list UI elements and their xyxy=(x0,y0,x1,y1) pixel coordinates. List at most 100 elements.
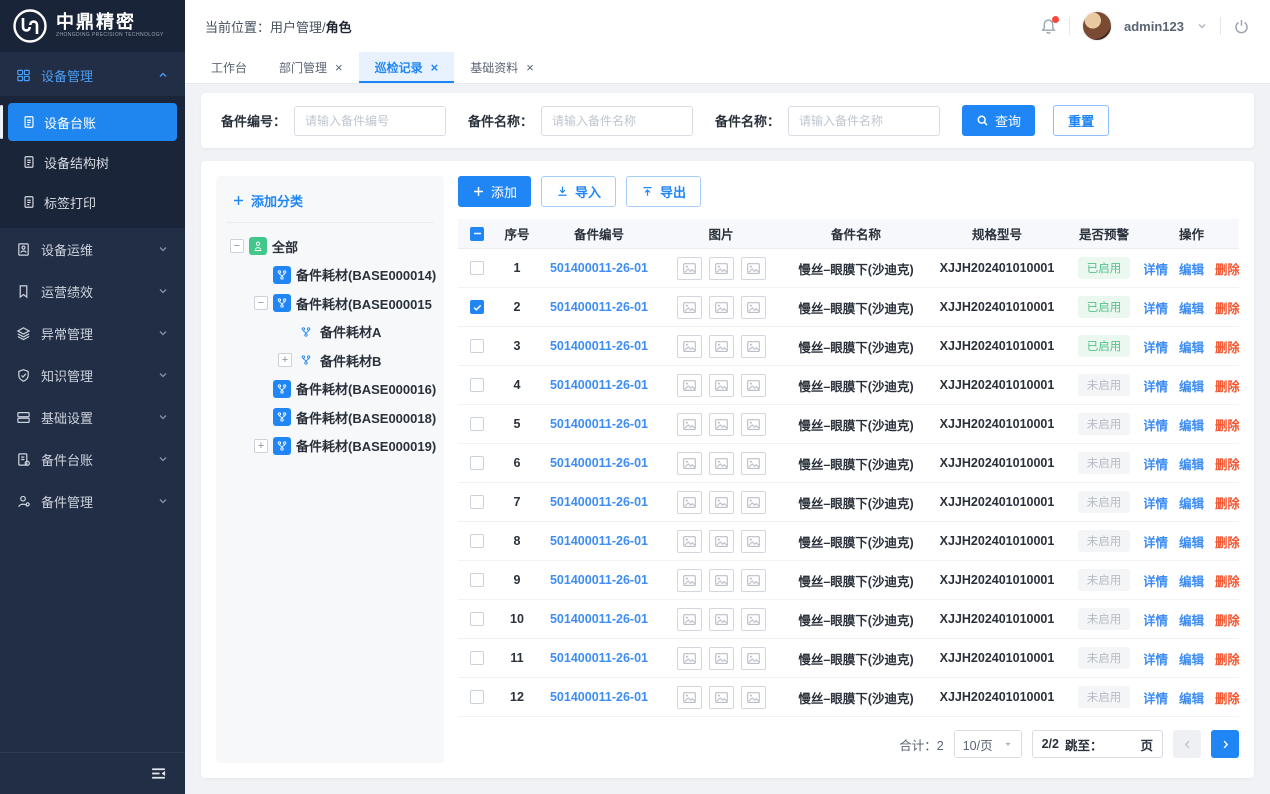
tree-node[interactable]: +备件耗材(BASE000019) xyxy=(226,432,434,461)
part-code-link[interactable]: 501400011-26-01 xyxy=(550,417,648,431)
image-thumbnail[interactable] xyxy=(709,452,734,475)
image-thumbnail[interactable] xyxy=(677,413,702,436)
tab-close-icon[interactable]: × xyxy=(335,61,343,74)
select-all-checkbox[interactable] xyxy=(470,227,484,241)
detail-link[interactable]: 详情 xyxy=(1144,415,1168,434)
edit-link[interactable]: 编辑 xyxy=(1179,571,1204,590)
tab-部门管理[interactable]: 部门管理× xyxy=(263,52,359,83)
sidebar-item[interactable]: 异常管理 xyxy=(0,312,185,354)
edit-link[interactable]: 编辑 xyxy=(1179,376,1204,395)
image-thumbnail[interactable] xyxy=(709,686,734,709)
sidebar-item[interactable]: 基础设置 xyxy=(0,396,185,438)
search-input-2[interactable] xyxy=(788,106,940,136)
row-checkbox[interactable] xyxy=(470,261,484,275)
delete-link[interactable]: 删除 xyxy=(1215,415,1239,434)
tree-node[interactable]: 备件耗材(BASE000018) xyxy=(226,403,434,432)
menu-fold-icon[interactable] xyxy=(150,765,167,782)
part-code-link[interactable]: 501400011-26-01 xyxy=(550,534,648,548)
part-code-link[interactable]: 501400011-26-01 xyxy=(550,300,648,314)
delete-link[interactable]: 删除 xyxy=(1215,454,1239,473)
image-thumbnail[interactable] xyxy=(709,335,734,358)
edit-link[interactable]: 编辑 xyxy=(1179,337,1204,356)
detail-link[interactable]: 详情 xyxy=(1144,688,1168,707)
tree-node[interactable]: 备件耗材A xyxy=(226,318,434,347)
image-thumbnail[interactable] xyxy=(677,257,702,280)
sidebar-subitem[interactable]: 设备台账 xyxy=(8,103,177,141)
row-checkbox[interactable] xyxy=(470,690,484,704)
row-checkbox[interactable] xyxy=(470,495,484,509)
sidebar-item[interactable]: 备件台账 xyxy=(0,438,185,480)
image-thumbnail[interactable] xyxy=(677,452,702,475)
part-code-link[interactable]: 501400011-26-01 xyxy=(550,261,648,275)
image-thumbnail[interactable] xyxy=(709,296,734,319)
delete-link[interactable]: 删除 xyxy=(1215,493,1239,512)
image-thumbnail[interactable] xyxy=(741,608,766,631)
delete-link[interactable]: 删除 xyxy=(1215,532,1239,551)
search-input-0[interactable] xyxy=(294,106,446,136)
row-checkbox[interactable] xyxy=(470,573,484,587)
row-checkbox[interactable] xyxy=(470,651,484,665)
tab-close-icon[interactable]: × xyxy=(526,61,534,74)
tab-close-icon[interactable]: × xyxy=(431,61,439,74)
delete-link[interactable]: 删除 xyxy=(1215,571,1239,590)
sidebar-subitem[interactable]: 设备结构树 xyxy=(8,143,177,181)
row-checkbox[interactable] xyxy=(470,378,484,392)
notification-bell-icon[interactable] xyxy=(1040,18,1057,35)
image-thumbnail[interactable] xyxy=(709,374,734,397)
user-chevron-down-icon[interactable] xyxy=(1196,20,1208,32)
expand-toggle-icon[interactable]: + xyxy=(278,353,292,367)
tab-巡检记录[interactable]: 巡检记录× xyxy=(359,52,455,83)
row-checkbox[interactable] xyxy=(470,300,484,314)
image-thumbnail[interactable] xyxy=(741,335,766,358)
next-page-button[interactable] xyxy=(1211,730,1239,758)
image-thumbnail[interactable] xyxy=(709,491,734,514)
tab-基础资料[interactable]: 基础资料× xyxy=(454,52,550,83)
delete-link[interactable]: 删除 xyxy=(1215,649,1239,668)
image-thumbnail[interactable] xyxy=(677,569,702,592)
detail-link[interactable]: 详情 xyxy=(1144,337,1168,356)
image-thumbnail[interactable] xyxy=(677,647,702,670)
export-button[interactable]: 导出 xyxy=(626,176,701,207)
tab-工作台[interactable]: 工作台 xyxy=(195,52,263,83)
image-thumbnail[interactable] xyxy=(741,452,766,475)
delete-link[interactable]: 删除 xyxy=(1215,610,1239,629)
row-checkbox[interactable] xyxy=(470,534,484,548)
delete-link[interactable]: 删除 xyxy=(1215,688,1239,707)
collapse-toggle-icon[interactable]: − xyxy=(230,239,244,253)
search-input-1[interactable] xyxy=(541,106,693,136)
image-thumbnail[interactable] xyxy=(677,608,702,631)
edit-link[interactable]: 编辑 xyxy=(1179,259,1204,278)
row-checkbox[interactable] xyxy=(470,339,484,353)
query-button[interactable]: 查询 xyxy=(962,105,1035,136)
edit-link[interactable]: 编辑 xyxy=(1179,298,1204,317)
part-code-link[interactable]: 501400011-26-01 xyxy=(550,651,648,665)
add-category-button[interactable]: 添加分类 xyxy=(226,189,434,223)
edit-link[interactable]: 编辑 xyxy=(1179,493,1204,512)
add-button[interactable]: 添加 xyxy=(458,176,531,207)
image-thumbnail[interactable] xyxy=(677,491,702,514)
detail-link[interactable]: 详情 xyxy=(1144,610,1168,629)
image-thumbnail[interactable] xyxy=(741,569,766,592)
jump-page-input[interactable] xyxy=(1108,733,1134,755)
sidebar-item[interactable]: 设备运维 xyxy=(0,228,185,270)
detail-link[interactable]: 详情 xyxy=(1144,454,1168,473)
part-code-link[interactable]: 501400011-26-01 xyxy=(550,339,648,353)
sidebar-item[interactable]: 备件管理 xyxy=(0,480,185,522)
image-thumbnail[interactable] xyxy=(677,686,702,709)
import-button[interactable]: 导入 xyxy=(541,176,616,207)
detail-link[interactable]: 详情 xyxy=(1144,298,1168,317)
image-thumbnail[interactable] xyxy=(709,530,734,553)
image-thumbnail[interactable] xyxy=(741,413,766,436)
prev-page-button[interactable] xyxy=(1173,730,1201,758)
username[interactable]: admin123 xyxy=(1124,19,1184,34)
avatar[interactable] xyxy=(1082,11,1112,41)
image-thumbnail[interactable] xyxy=(677,374,702,397)
part-code-link[interactable]: 501400011-26-01 xyxy=(550,495,648,509)
tree-node[interactable]: −备件耗材(BASE000015 xyxy=(226,289,434,318)
image-thumbnail[interactable] xyxy=(677,530,702,553)
image-thumbnail[interactable] xyxy=(741,491,766,514)
image-thumbnail[interactable] xyxy=(741,296,766,319)
row-checkbox[interactable] xyxy=(470,612,484,626)
image-thumbnail[interactable] xyxy=(709,608,734,631)
expand-toggle-icon[interactable]: + xyxy=(254,439,268,453)
